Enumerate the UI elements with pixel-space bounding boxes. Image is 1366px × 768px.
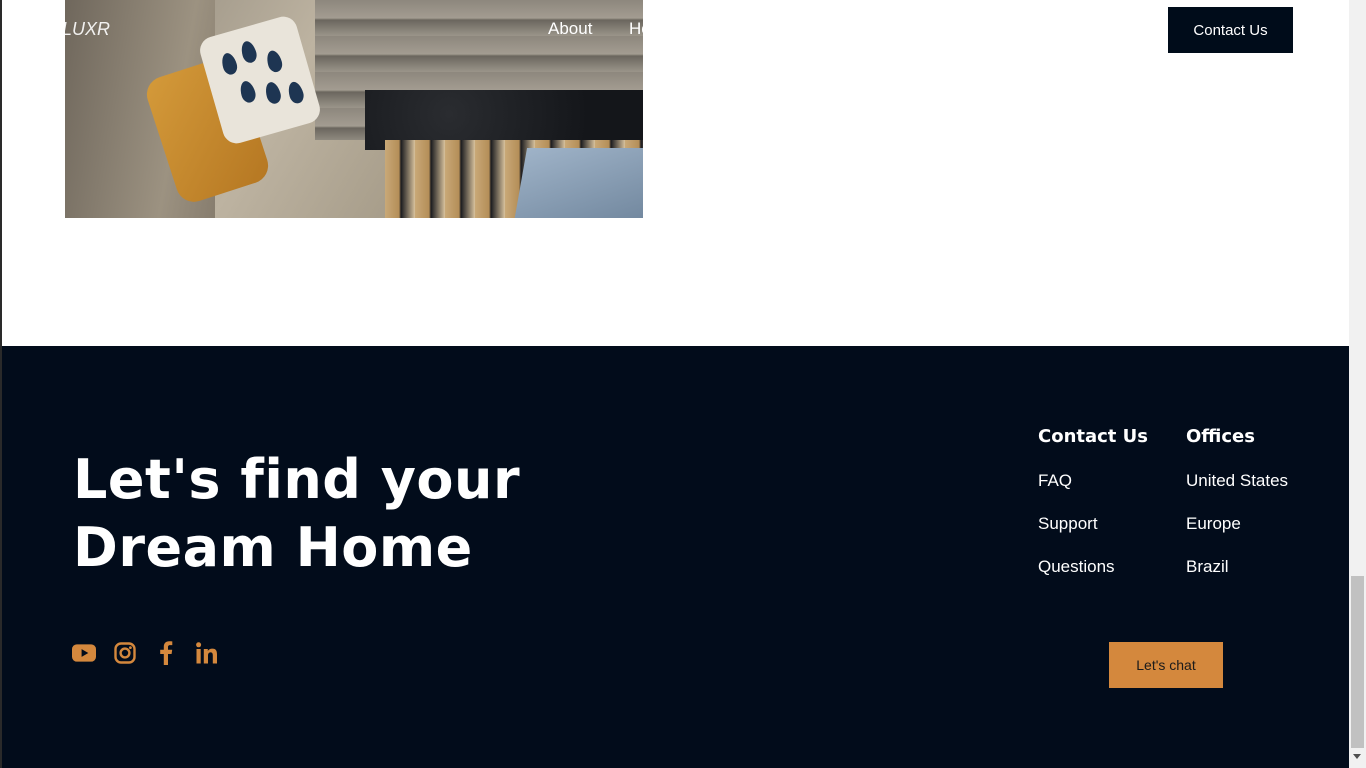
offices-column-title: Offices	[1186, 426, 1255, 447]
contact-column-title: Contact Us	[1038, 426, 1149, 447]
scroll-down-arrow-icon[interactable]	[1353, 754, 1361, 759]
nav-home-link[interactable]: Home	[629, 19, 643, 39]
footer-link-faq[interactable]: FAQ	[1038, 471, 1148, 514]
footer-link-europe[interactable]: Europe	[1186, 514, 1288, 557]
footer-link-brazil[interactable]: Brazil	[1186, 557, 1288, 600]
social-links	[72, 640, 219, 666]
footer-link-questions[interactable]: Questions	[1038, 557, 1148, 600]
site-footer: Let's find your Dream Home Contact Us FA…	[2, 346, 1349, 768]
footer-link-support[interactable]: Support	[1038, 514, 1148, 557]
footer-heading-line1: Let's find your	[73, 448, 521, 511]
youtube-icon[interactable]	[72, 640, 96, 666]
footer-heading-line2: Dream Home	[73, 516, 473, 579]
contact-us-button[interactable]: Contact Us	[1168, 7, 1293, 53]
lets-chat-button[interactable]: Let's chat	[1109, 642, 1223, 688]
footer-link-united-states[interactable]: United States	[1186, 471, 1288, 514]
footer-heading: Let's find your Dream Home	[73, 446, 593, 582]
footer-contact-column: Contact Us FAQ Support Questions	[1038, 426, 1148, 600]
facebook-icon[interactable]	[154, 640, 178, 666]
footer-offices-column: Offices United States Europe Brazil	[1186, 426, 1288, 600]
nav-about-link[interactable]: About	[548, 19, 592, 39]
site-logo[interactable]: LUXR	[62, 19, 110, 40]
linkedin-icon[interactable]	[195, 640, 219, 666]
scrollbar-thumb[interactable]	[1351, 576, 1364, 748]
instagram-icon[interactable]	[113, 640, 137, 666]
